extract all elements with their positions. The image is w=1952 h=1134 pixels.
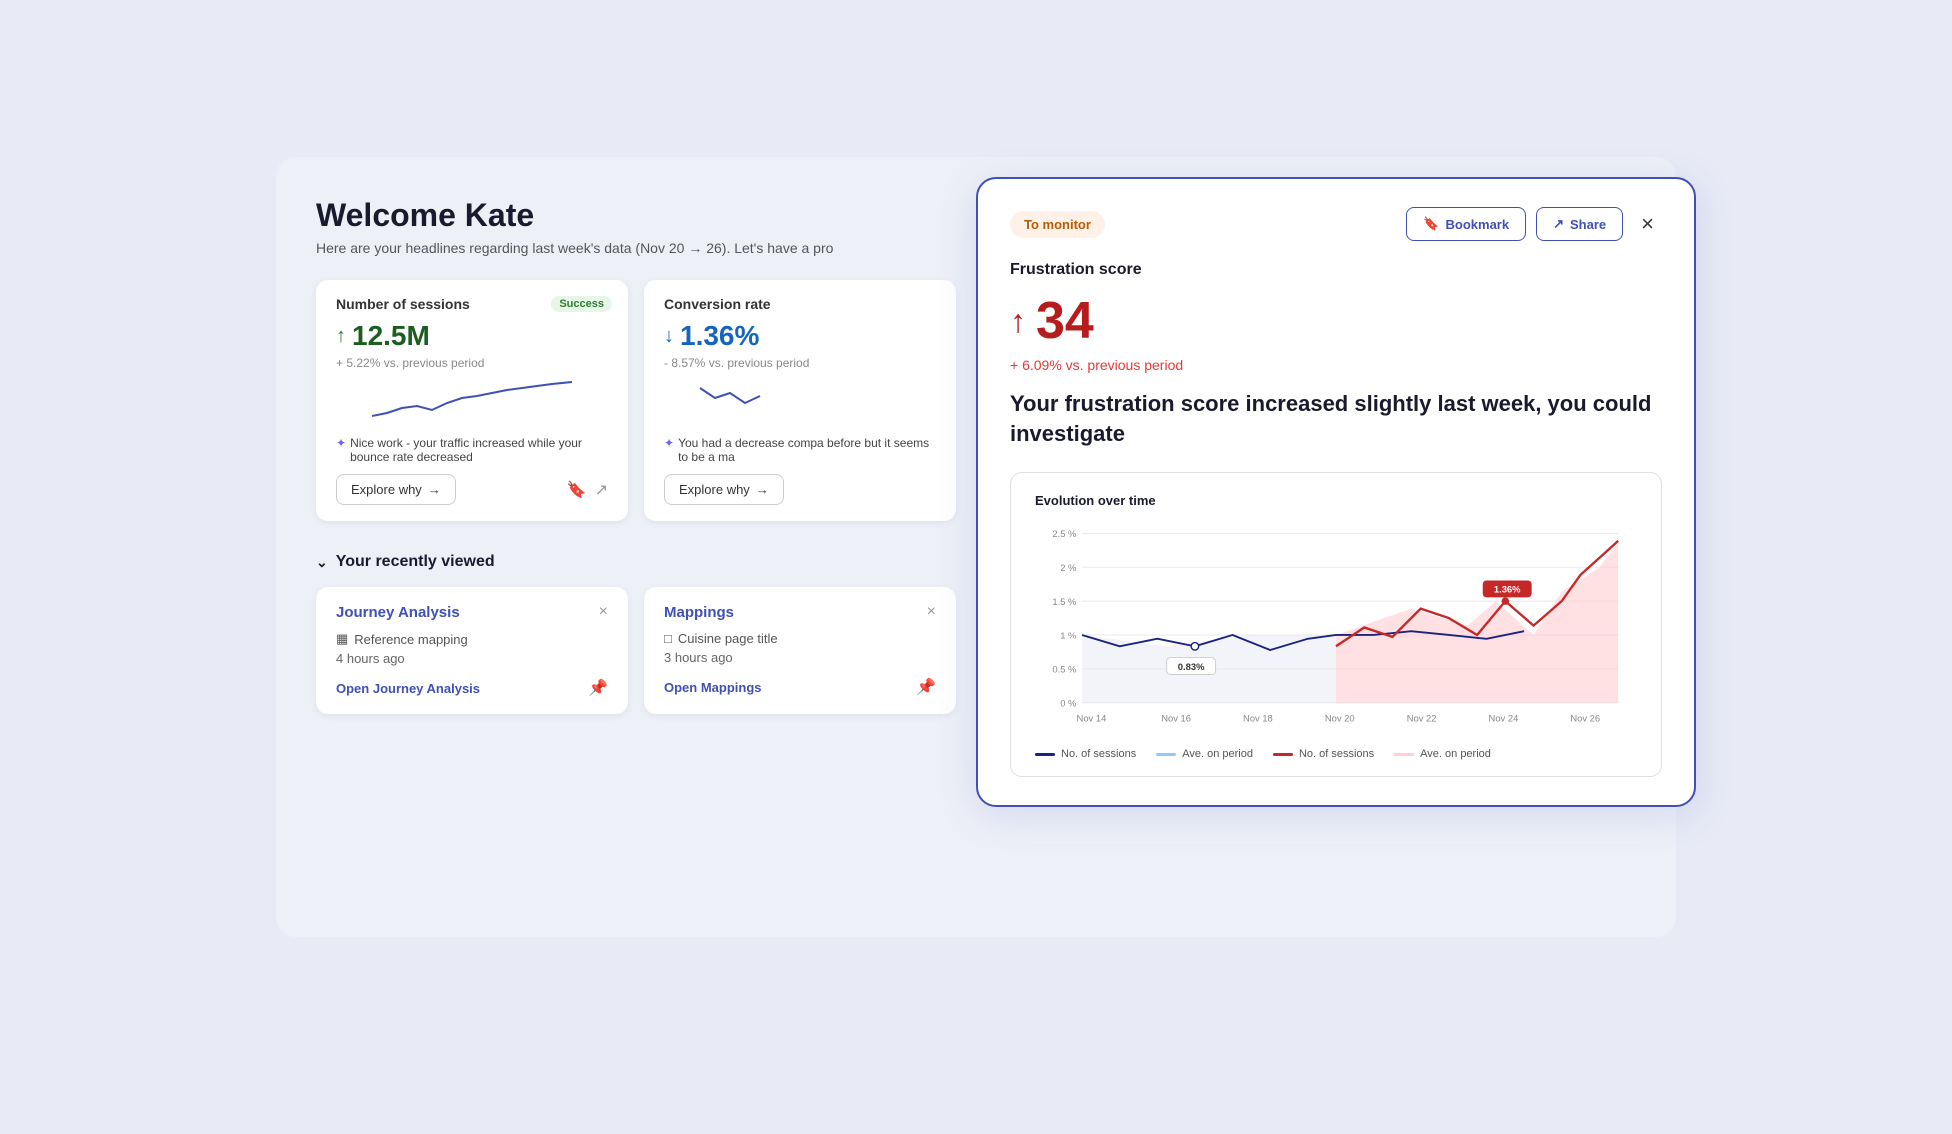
sessions-note: ✦ Nice work - your traffic increased whi… xyxy=(336,436,608,464)
sessions-vs: + 5.22% vs. previous period xyxy=(336,356,608,370)
conversion-card-title: Conversion rate xyxy=(664,296,936,312)
chart-legend: No. of sessions Ave. on period No. of se… xyxy=(1035,748,1637,760)
svg-text:Nov 22: Nov 22 xyxy=(1407,713,1437,724)
chevron-up-icon: ⌄ xyxy=(316,554,328,571)
recently-viewed-cards: Journey Analysis × ▦ Reference mapping 4… xyxy=(316,587,956,714)
frustration-label: Frustration score xyxy=(1010,261,1662,279)
open-mappings-link[interactable]: Open Mappings xyxy=(664,680,762,695)
conversion-explore-button[interactable]: Explore why → xyxy=(664,474,784,505)
journey-analysis-title: Journey Analysis xyxy=(336,604,460,621)
conversion-sparkle-icon: ✦ xyxy=(664,436,674,450)
sessions-bookmark-icon[interactable]: 🔖 xyxy=(567,480,587,500)
sessions-chart xyxy=(336,378,608,428)
journey-analysis-footer: Open Journey Analysis 📌 xyxy=(336,678,608,698)
svg-text:0.83%: 0.83% xyxy=(1178,661,1205,672)
sessions-card-actions: Explore why → 🔖 ↗ xyxy=(336,474,608,505)
legend-dot-dark-blue xyxy=(1035,753,1055,756)
sessions-arrow-up-icon: ↑ xyxy=(336,325,346,348)
sessions-explore-button[interactable]: Explore why → xyxy=(336,474,456,505)
frustration-score-row: ↑ 34 xyxy=(1010,291,1662,351)
svg-text:Nov 20: Nov 20 xyxy=(1325,713,1355,724)
svg-text:1 %: 1 % xyxy=(1060,630,1077,641)
mappings-title: Mappings xyxy=(664,604,734,621)
score-vs: + 6.09% vs. previous period xyxy=(1010,357,1662,373)
sessions-share-icon[interactable]: ↗ xyxy=(595,480,608,500)
open-journey-analysis-link[interactable]: Open Journey Analysis xyxy=(336,681,480,696)
conversion-arrow-down-icon: ↓ xyxy=(664,325,674,348)
chart-title: Evolution over time xyxy=(1035,493,1637,508)
svg-text:2.5 %: 2.5 % xyxy=(1052,529,1077,540)
svg-text:Nov 18: Nov 18 xyxy=(1243,713,1273,724)
svg-text:Nov 24: Nov 24 xyxy=(1489,713,1519,724)
bookmark-button[interactable]: 🔖 Bookmark xyxy=(1406,207,1526,241)
legend-dot-light-blue xyxy=(1156,753,1176,756)
legend-dot-light-red xyxy=(1394,753,1414,756)
sparkle-icon: ✦ xyxy=(336,436,346,450)
sessions-sparkline-svg xyxy=(336,378,608,428)
mappings-subtitle: □ Cuisine page title xyxy=(664,631,936,646)
journey-analysis-card-header: Journey Analysis × xyxy=(336,603,608,621)
legend-item-avg-curr: Ave. on period xyxy=(1394,748,1491,760)
svg-text:Nov 26: Nov 26 xyxy=(1570,713,1600,724)
grid-icon: ▦ xyxy=(336,631,348,647)
sessions-card: Number of sessions Success ↑ 12.5M + 5.2… xyxy=(316,280,628,521)
share-button[interactable]: ↗ Share xyxy=(1536,207,1623,241)
share-icon: ↗ xyxy=(1553,216,1564,232)
svg-text:1.5 %: 1.5 % xyxy=(1052,596,1077,607)
journey-analysis-card: Journey Analysis × ▦ Reference mapping 4… xyxy=(316,587,628,714)
mappings-close-icon[interactable]: × xyxy=(927,603,936,621)
insight-text: Your frustration score increased slightl… xyxy=(1010,389,1662,448)
legend-item-avg-prev: Ave. on period xyxy=(1156,748,1253,760)
score-number: 34 xyxy=(1036,291,1094,351)
mappings-footer: Open Mappings 📌 xyxy=(664,677,936,697)
conversion-sparkline-svg xyxy=(664,378,936,428)
legend-dot-dark-red xyxy=(1273,753,1293,756)
svg-text:2 %: 2 % xyxy=(1060,562,1077,573)
chart-container: Evolution over time 2.5 % 2 % 1.5 % 1 % … xyxy=(1010,472,1662,777)
panel-right-actions: 🔖 Bookmark ↗ Share × xyxy=(1406,207,1662,241)
mappings-time: 3 hours ago xyxy=(664,650,936,665)
panel-top-bar: To monitor 🔖 Bookmark ↗ Share × xyxy=(1010,207,1662,241)
outer-container: Welcome Kate Here are your headlines reg… xyxy=(276,157,1676,977)
journey-analysis-close-icon[interactable]: × xyxy=(599,603,608,621)
score-arrow-up-icon: ↑ xyxy=(1010,303,1026,340)
legend-item-sessions-curr: No. of sessions xyxy=(1273,748,1374,760)
conversion-chart xyxy=(664,378,936,428)
journey-analysis-time: 4 hours ago xyxy=(336,651,608,666)
svg-text:Nov 14: Nov 14 xyxy=(1077,713,1107,724)
journey-analysis-subtitle: ▦ Reference mapping xyxy=(336,631,608,647)
panel-left-actions: To monitor xyxy=(1010,211,1105,238)
evolution-chart-svg: 2.5 % 2 % 1.5 % 1 % 0.5 % 0 % 0.83% xyxy=(1035,524,1637,731)
svg-text:1.36%: 1.36% xyxy=(1494,584,1521,595)
close-button[interactable]: × xyxy=(1633,207,1662,241)
conversion-note: ✦ You had a decrease compa before but it… xyxy=(664,436,936,464)
conversion-vs: - 8.57% vs. previous period xyxy=(664,356,936,370)
success-badge: Success xyxy=(551,296,612,312)
journey-analysis-pin-icon[interactable]: 📌 xyxy=(588,678,608,698)
svg-text:Nov 16: Nov 16 xyxy=(1161,713,1191,724)
to-monitor-badge: To monitor xyxy=(1010,211,1105,238)
svg-text:0.5 %: 0.5 % xyxy=(1052,664,1077,675)
detail-panel: To monitor 🔖 Bookmark ↗ Share × Frustrat… xyxy=(976,177,1696,807)
svg-text:0 %: 0 % xyxy=(1060,698,1077,709)
legend-item-sessions-prev: No. of sessions xyxy=(1035,748,1136,760)
bookmark-icon: 🔖 xyxy=(1423,216,1439,232)
mappings-card-header: Mappings × xyxy=(664,603,936,621)
mappings-grid-icon: □ xyxy=(664,631,672,646)
conversion-value: ↓ 1.36% xyxy=(664,320,936,352)
conversion-card: Conversion rate ↓ 1.36% - 8.57% vs. prev… xyxy=(644,280,956,521)
mappings-pin-icon[interactable]: 📌 xyxy=(916,677,936,697)
metric-cards: Number of sessions Success ↑ 12.5M + 5.2… xyxy=(316,280,956,521)
mappings-card: Mappings × □ Cuisine page title 3 hours … xyxy=(644,587,956,714)
sessions-value: ↑ 12.5M xyxy=(336,320,608,352)
conversion-card-actions: Explore why → xyxy=(664,474,936,505)
